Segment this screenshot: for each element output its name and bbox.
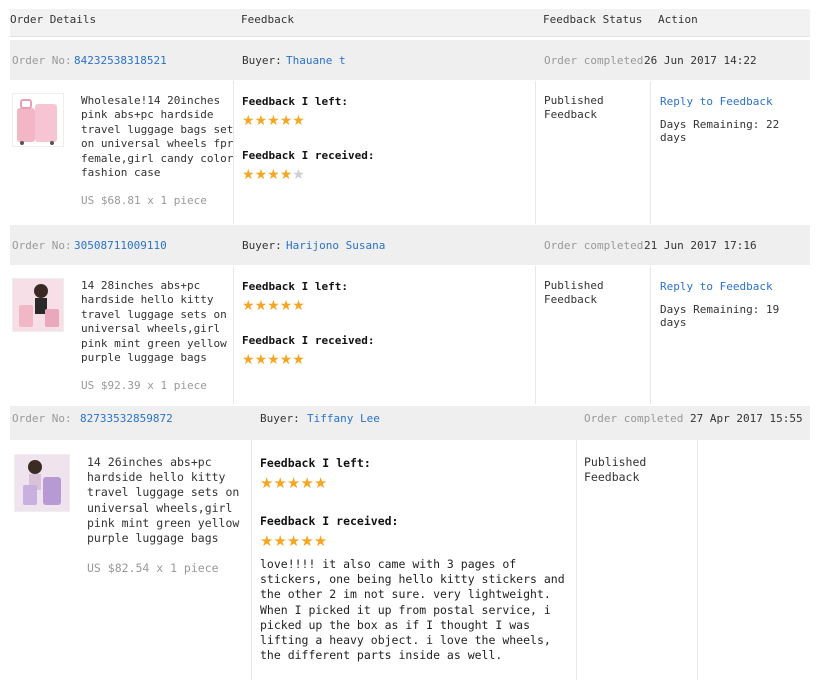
buyer-link[interactable]: Harijono Susana: [286, 239, 385, 252]
product-price: US $92.39 x 1 piece: [81, 379, 207, 392]
buyer-label: Buyer:: [260, 412, 300, 425]
star-filled-icon: ★: [260, 532, 274, 550]
star-filled-icon: ★: [273, 532, 287, 550]
order-completed-date: 21 Jun 2017 17:16: [644, 239, 757, 252]
star-filled-icon: ★: [254, 113, 268, 129]
order-no-link[interactable]: 82733532859872: [80, 412, 173, 425]
star-filled-icon: ★: [254, 167, 268, 183]
order-no-link[interactable]: 30508711009110: [74, 239, 167, 252]
reply-to-feedback-link[interactable]: Reply to Feedback: [660, 280, 773, 293]
order-row: 14 28inches abs+pc hardside hello kitty …: [10, 266, 810, 404]
feedback-left-label: Feedback I left:: [242, 280, 348, 293]
star-filled-icon: ★: [267, 167, 280, 183]
order-row: Wholesale!14 20inches pink abs+pc hardsi…: [10, 81, 810, 224]
feedback-status: Published Feedback: [584, 455, 647, 485]
star-filled-icon: ★: [279, 113, 293, 129]
feedback-status: Published Feedback: [544, 279, 604, 307]
order-no-link[interactable]: 84232538318521: [74, 54, 167, 67]
feedback-received-stars: ★★★★★: [242, 353, 305, 367]
feedback-received-label: Feedback I received:: [242, 334, 375, 347]
days-remaining: Days Remaining: 22 days: [660, 118, 780, 144]
star-filled-icon: ★: [279, 298, 293, 314]
buyer-label: Buyer:: [242, 54, 282, 67]
star-filled-icon: ★: [267, 352, 280, 368]
feedback-received-stars: ★★★★★: [260, 532, 328, 550]
star-filled-icon: ★: [260, 474, 274, 492]
order-row: 14 26inches abs+pc hardside hello kitty …: [10, 440, 810, 680]
star-filled-icon: ★: [273, 474, 287, 492]
feedback-left-label: Feedback I left:: [242, 95, 348, 108]
order-no-label: Order No:: [12, 412, 72, 425]
star-filled-icon: ★: [300, 532, 314, 550]
star-filled-icon: ★: [242, 113, 255, 129]
order-completed-date: 27 Apr 2017 15:55: [690, 412, 803, 425]
feedback-left-label: Feedback I left:: [260, 456, 371, 470]
order-bar: Order No: 84232538318521 Buyer: Thauane …: [10, 40, 810, 80]
reply-to-feedback-link[interactable]: Reply to Feedback: [660, 95, 773, 108]
product-title[interactable]: 14 26inches abs+pc hardside hello kitty …: [87, 455, 239, 546]
star-filled-icon: ★: [286, 532, 301, 550]
luggage-image-icon: [15, 455, 69, 511]
feedback-status: Published Feedback: [544, 94, 604, 122]
order-completed-label: Order completed: [544, 54, 644, 67]
header-action: Action: [658, 13, 698, 26]
star-filled-icon: ★: [279, 352, 293, 368]
star-filled-icon: ★: [292, 298, 305, 314]
header-feedback: Feedback: [241, 13, 294, 26]
order-no-label: Order No:: [12, 239, 72, 252]
feedback-left-stars: ★★★★★: [242, 299, 305, 313]
product-thumbnail[interactable]: [12, 278, 64, 332]
star-filled-icon: ★: [242, 298, 255, 314]
product-price: US $68.81 x 1 piece: [81, 194, 207, 207]
star-filled-icon: ★: [267, 298, 280, 314]
feedback-comment: love!!!! it also came with 3 pages of st…: [260, 557, 565, 663]
star-empty-icon: ★: [292, 167, 305, 183]
order-completed-label: Order completed: [544, 239, 644, 252]
product-title[interactable]: 14 28inches abs+pc hardside hello kitty …: [81, 279, 227, 365]
order-no-label: Order No:: [12, 54, 72, 67]
days-remaining: Days Remaining: 19 days: [660, 303, 780, 329]
product-thumbnail[interactable]: [12, 93, 64, 147]
buyer-link[interactable]: Thauane t: [286, 54, 346, 67]
feedback-received-stars: ★★★★★: [242, 168, 305, 182]
feedback-page: Order Details Feedback Feedback Status A…: [0, 0, 820, 694]
product-title[interactable]: Wholesale!14 20inches pink abs+pc hardsi…: [81, 94, 233, 180]
product-price: US $82.54 x 1 piece: [87, 561, 219, 575]
table-header: Order Details Feedback Feedback Status A…: [10, 9, 810, 37]
star-filled-icon: ★: [254, 352, 268, 368]
luggage-image-icon: [17, 99, 57, 145]
star-filled-icon: ★: [242, 352, 255, 368]
order-completed-label: Order completed: [584, 412, 684, 425]
star-filled-icon: ★: [313, 474, 328, 492]
product-thumbnail[interactable]: [14, 454, 70, 512]
buyer-link[interactable]: Tiffany Lee: [307, 412, 380, 425]
feedback-left-stars: ★★★★★: [242, 114, 305, 128]
star-filled-icon: ★: [313, 532, 328, 550]
order-completed-date: 26 Jun 2017 14:22: [644, 54, 757, 67]
header-order-details: Order Details: [10, 13, 97, 26]
order-bar: Order No: 82733532859872 Buyer: Tiffany …: [10, 406, 810, 440]
order-bar: Order No: 30508711009110 Buyer: Harijono…: [10, 225, 810, 265]
star-filled-icon: ★: [254, 298, 268, 314]
star-filled-icon: ★: [292, 352, 305, 368]
feedback-received-label: Feedback I received:: [260, 514, 399, 528]
star-filled-icon: ★: [292, 113, 305, 129]
feedback-left-stars: ★★★★★: [260, 474, 328, 492]
star-filled-icon: ★: [242, 167, 255, 183]
luggage-image-icon: [13, 279, 63, 331]
feedback-received-label: Feedback I received:: [242, 149, 375, 162]
star-filled-icon: ★: [267, 113, 280, 129]
star-filled-icon: ★: [300, 474, 314, 492]
star-filled-icon: ★: [286, 474, 301, 492]
header-feedback-status: Feedback Status: [543, 13, 643, 26]
buyer-label: Buyer:: [242, 239, 282, 252]
star-filled-icon: ★: [279, 167, 293, 183]
